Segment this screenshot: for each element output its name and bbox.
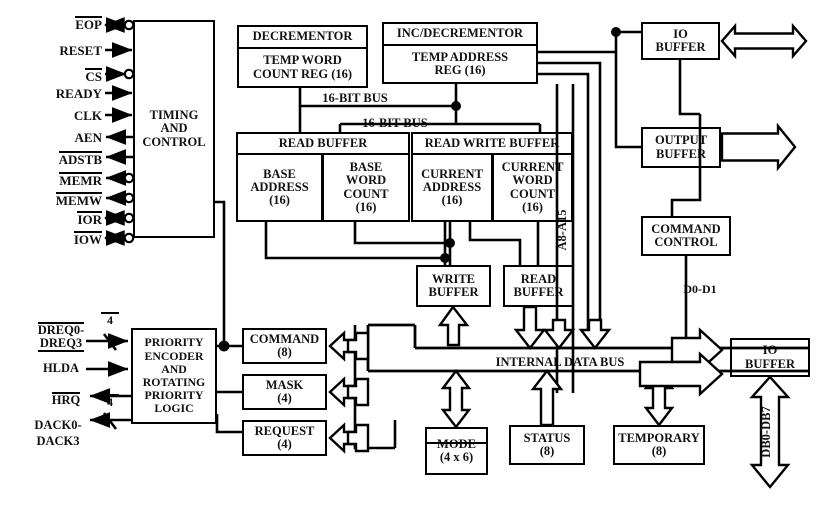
signal-label-hlda: HLDA [42, 361, 80, 375]
block-command-register[interactable]: COMMAND (8) [242, 328, 327, 364]
port-label-a4-a7: A4-A7 [735, 135, 769, 149]
block-decrementor[interactable]: DECREMENTOR [237, 25, 368, 49]
arrow-bus-command [346, 331, 370, 361]
signal-label-memr: MEMR [59, 172, 102, 188]
block-status-register[interactable]: STATUS (8) [509, 425, 585, 465]
bus-label-16bit-mid: 16-BIT BUS [362, 116, 428, 130]
block-temp-address-reg[interactable]: TEMP ADDRESS REG (16) [382, 44, 538, 84]
block-inc-decrementor[interactable]: INC/DECREMENTOR [382, 22, 538, 46]
signal-label-adstb: ADSTB [58, 151, 102, 167]
block-write-buffer[interactable]: WRITE BUFFER [416, 265, 491, 307]
arrow-request-bus [328, 422, 354, 454]
bus-width-dreq: 4 [107, 313, 113, 327]
arrow-a8-a15-down [542, 318, 576, 350]
block-base-address[interactable]: BASE ADDRESS (16) [236, 153, 323, 222]
block-diagram-canvas: EOP RESET CS READY CLK AEN ADSTB MEMR ME… [0, 0, 833, 509]
block-current-word-count[interactable]: CURRENT WORD COUNT (16) [492, 153, 573, 222]
signal-label-ready: READY [55, 86, 102, 101]
arrow-bus-request [346, 423, 370, 453]
junction-dot [611, 27, 621, 37]
arrow-status-bus [530, 369, 564, 427]
port-label-a0-a3: A0-A3 [744, 33, 778, 47]
block-temporary-register[interactable]: TEMPORARY (8) [613, 425, 705, 465]
arrow-mask-bus [328, 376, 354, 408]
block-read-buffer-lower[interactable]: READ BUFFER [503, 265, 574, 307]
block-io-buffer-top[interactable]: IO BUFFER [641, 22, 720, 60]
block-output-buffer[interactable]: OUTPUT BUFFER [641, 127, 721, 168]
port-label-d0-d1: D0-D1 [683, 282, 717, 296]
signal-label-reset: RESET [59, 43, 102, 58]
block-read-buffer-header[interactable]: READ BUFFER [236, 132, 410, 155]
signal-label-aen: AEN [74, 130, 102, 145]
junction-dot [451, 101, 461, 111]
arrow-command-bus [328, 330, 354, 362]
signal-label-dreq: DREQ0- DREQ3 [18, 322, 104, 352]
junction-dot [218, 340, 230, 352]
block-mode-register[interactable]: MODE (4 x 6) [425, 427, 488, 475]
block-request-register[interactable]: REQUEST (4) [242, 420, 327, 456]
arrow-d0-d1-down [578, 318, 612, 350]
signal-label-iow: IOW [73, 231, 102, 247]
signal-label-clk: CLK [73, 108, 102, 123]
bus-label-16bit-top: 16-BIT BUS [322, 91, 388, 105]
block-temp-word-count-reg[interactable]: TEMP WORD COUNT REG (16) [237, 47, 368, 88]
block-timing-and-control[interactable]: TIMING AND CONTROL [133, 20, 215, 238]
arrow-into-write-buffer [437, 304, 470, 347]
junction-dot [445, 238, 455, 248]
signal-label-ior: IOR [77, 211, 102, 227]
block-mask-register[interactable]: MASK (4) [242, 374, 327, 410]
arrow-mode-bus [440, 369, 472, 429]
bus-width-dack: 4 [107, 395, 113, 409]
arrow-temporary-bus [643, 369, 675, 427]
bus-label-internal-data-bus: INTERNAL DATA BUS [495, 355, 625, 369]
junction-dot [440, 253, 450, 263]
arrow-read-buffer-to-bus [513, 305, 547, 350]
block-base-word-count[interactable]: BASE WORD COUNT (16) [322, 153, 410, 222]
signal-label-cs: CS [85, 68, 102, 84]
arrow-db0-db7 [749, 375, 791, 489]
block-read-write-buffer-header[interactable]: READ WRITE BUFFER [411, 132, 573, 155]
signal-label-memw: MEMW [55, 192, 102, 208]
port-label-db0-db7: DB0-DB7 [759, 406, 773, 457]
block-io-buffer-bottom[interactable]: IO BUFFER [730, 338, 810, 377]
block-command-control[interactable]: COMMAND CONTROL [641, 216, 731, 256]
mode-register-divider [426, 442, 487, 444]
block-current-address[interactable]: CURRENT ADDRESS (16) [411, 153, 493, 222]
signal-label-hrq: HRQ [51, 392, 81, 407]
arrow-bus-to-io-buffer-upper [670, 327, 724, 373]
signal-label-eop: EOP [75, 16, 102, 32]
block-priority-encoder-logic[interactable]: PRIORITY ENCODER AND ROTATING PRIORITY L… [131, 328, 217, 424]
arrow-bus-mask [346, 377, 370, 407]
signal-label-dack: DACK0- DACK3 [34, 418, 82, 448]
